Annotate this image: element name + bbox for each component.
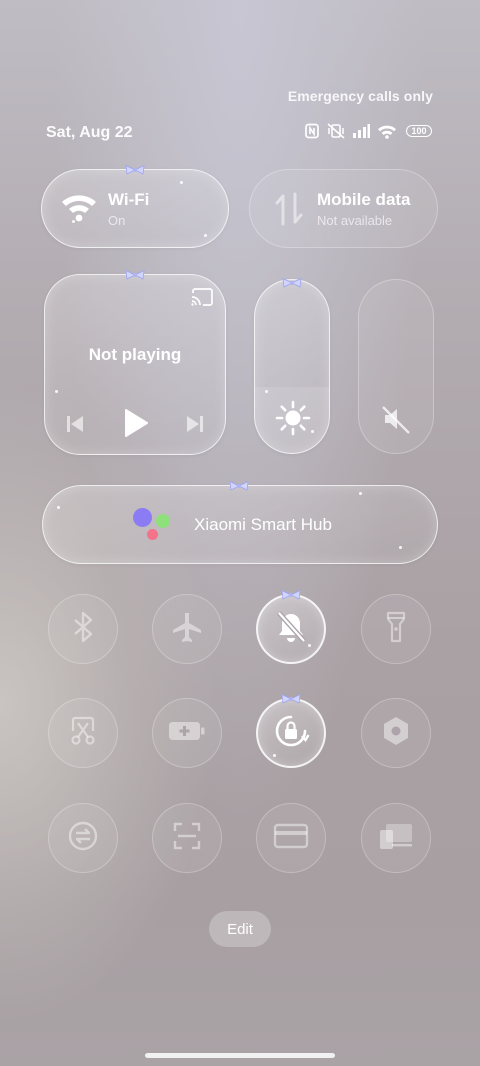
wifi-tile[interactable]: Wi-Fi On — [41, 169, 229, 248]
sync-icon — [66, 819, 100, 858]
brightness-slider[interactable] — [254, 279, 330, 454]
sync-toggle[interactable] — [48, 803, 118, 873]
smart-hub-label: Xiaomi Smart Hub — [194, 515, 332, 534]
scissors-icon — [68, 715, 98, 752]
mute-toggle[interactable] — [256, 594, 326, 664]
bow-decoration — [229, 480, 249, 491]
rotation-lock-icon — [272, 712, 310, 755]
media-player-tile[interactable]: Not playing — [44, 274, 226, 455]
nfc-icon — [304, 123, 320, 139]
smart-hub-logo-icon — [133, 507, 170, 543]
card-toggle[interactable] — [256, 803, 326, 873]
screenshot-toggle[interactable] — [48, 698, 118, 768]
airplane-mode-toggle[interactable] — [152, 594, 222, 664]
rotation-lock-toggle[interactable] — [256, 698, 326, 768]
cast-icon[interactable] — [190, 287, 214, 312]
mobile-data-icon — [274, 192, 304, 231]
bow-decoration — [281, 693, 301, 704]
settings-toggle[interactable] — [361, 698, 431, 768]
bluetooth-toggle[interactable] — [48, 594, 118, 664]
bluetooth-icon — [70, 611, 96, 648]
home-indicator[interactable] — [145, 1053, 335, 1058]
battery-icon: 100 — [406, 125, 432, 137]
bow-decoration — [125, 164, 145, 175]
wifi-icon — [377, 124, 397, 139]
signal-icon — [352, 124, 370, 138]
scan-icon — [172, 821, 202, 856]
bell-off-icon — [275, 610, 307, 649]
battery-plus-icon — [167, 719, 207, 748]
flashlight-toggle[interactable] — [361, 594, 431, 664]
bow-decoration — [125, 269, 145, 280]
card-icon — [273, 822, 309, 855]
hexagon-icon — [381, 715, 411, 752]
mobile-data-title: Mobile data — [317, 190, 411, 209]
smart-hub-button[interactable]: Xiaomi Smart Hub — [42, 485, 438, 564]
wifi-icon — [60, 192, 98, 227]
play-icon[interactable] — [123, 408, 149, 443]
vibrate-off-icon — [327, 123, 345, 139]
mobile-data-status: Not available — [317, 213, 393, 228]
date-label[interactable]: Sat, Aug 22 — [46, 124, 133, 142]
airplane-icon — [170, 610, 204, 649]
wifi-status: On — [108, 213, 126, 228]
battery-saver-toggle[interactable] — [152, 698, 222, 768]
previous-icon[interactable] — [65, 414, 85, 439]
devices-icon — [378, 821, 414, 856]
edit-button[interactable]: Edit — [209, 911, 271, 947]
media-status: Not playing — [88, 345, 182, 364]
bow-decoration — [282, 277, 302, 288]
status-icons: 100 — [304, 123, 432, 139]
volume-slider[interactable] — [358, 279, 434, 454]
volume-mute-icon — [381, 404, 411, 439]
flashlight-icon — [385, 610, 407, 649]
screen-cast-toggle[interactable] — [361, 803, 431, 873]
bow-decoration — [281, 589, 301, 600]
emergency-calls-label: Emergency calls only — [287, 88, 433, 104]
wifi-title: Wi-Fi — [108, 190, 150, 209]
brightness-icon — [275, 400, 311, 441]
next-icon[interactable] — [185, 414, 205, 439]
mobile-data-tile[interactable]: Mobile data Not available — [249, 169, 438, 248]
scanner-toggle[interactable] — [152, 803, 222, 873]
